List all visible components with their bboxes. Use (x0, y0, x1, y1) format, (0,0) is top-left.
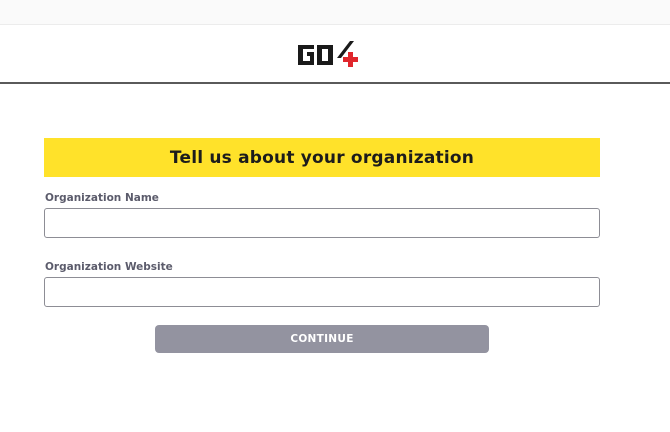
organization-name-label: Organization Name (45, 192, 159, 204)
organization-website-label: Organization Website (45, 261, 173, 273)
go4-logo[interactable] (296, 39, 364, 69)
form-title-banner: Tell us about your organization (44, 138, 600, 177)
form-title: Tell us about your organization (169, 147, 475, 168)
continue-button[interactable]: CONTINUE (155, 325, 489, 353)
browser-top-strip (0, 0, 670, 25)
site-header (0, 25, 670, 84)
organization-website-input[interactable] (44, 277, 600, 307)
organization-name-input[interactable] (44, 208, 600, 238)
